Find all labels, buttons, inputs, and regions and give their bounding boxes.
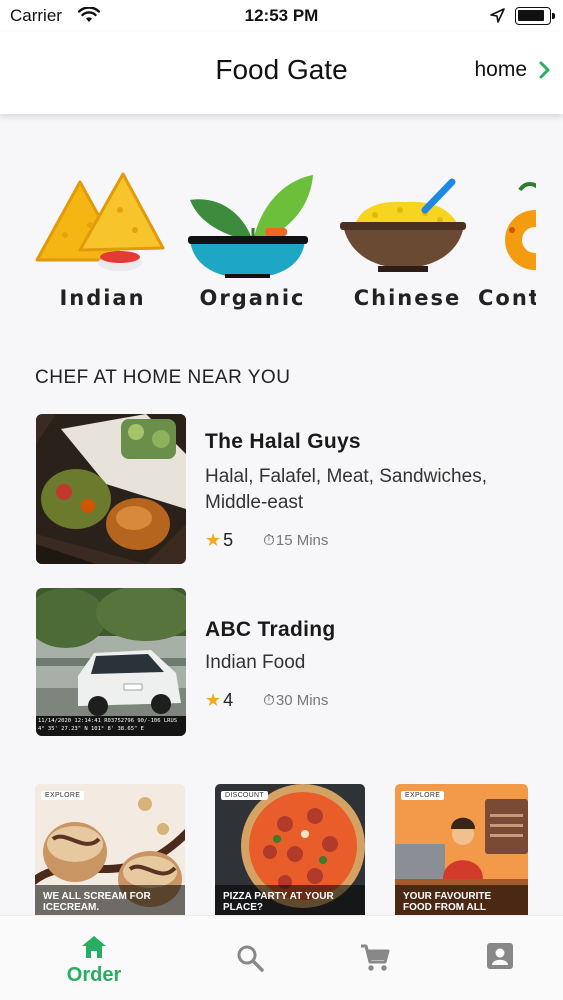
timer-icon: ⏱ — [263, 692, 275, 709]
location-arrow-icon — [490, 8, 505, 23]
nav-order[interactable]: Order — [24, 916, 164, 1000]
account-icon — [487, 943, 513, 969]
chef-cuisine: Indian Food — [205, 652, 306, 673]
promo-badge: EXPLORE — [401, 791, 445, 800]
category-label: Organic — [199, 286, 306, 310]
samosa-icon — [35, 172, 165, 271]
battery-icon — [515, 7, 555, 25]
app-header: Food Gate home — [0, 32, 563, 114]
section-title: CHEF AT HOME NEAR YOU — [35, 367, 291, 388]
home-icon — [82, 936, 106, 958]
category-indian[interactable]: Indian — [35, 170, 165, 320]
promo-caption: WE ALL SCREAM FOR ICECREAM. — [35, 885, 185, 915]
chef-rating: 4 — [223, 690, 234, 710]
chef-meta: ★ 4 ⏱ 30 Mins — [205, 690, 328, 711]
promo-card[interactable]: EXPLORE WE ALL SCREAM FOR ICECREAM. — [35, 784, 185, 915]
chef-cuisine: Halal, Falafel, Meat, Sandwiches, Middle… — [205, 466, 487, 513]
star-icon: ★ — [205, 530, 222, 550]
promo-card[interactable]: DISCOUNT PIZZA PARTY AT YOUR PLACE? — [215, 784, 365, 915]
promo-carousel[interactable]: EXPLORE WE ALL SCREAM FOR ICECREAM. DISC… — [35, 784, 528, 915]
nav-account[interactable] — [430, 916, 563, 1000]
category-label: Indian — [59, 286, 146, 310]
bottom-nav: Order — [0, 915, 563, 1000]
delivery-time: 30 Mins — [275, 692, 329, 709]
continental-icon — [505, 182, 536, 270]
plant-bowl-icon — [188, 175, 313, 278]
photo-overlay-text: 11/14/2020 12:14:41 R03752796 90/-106 LR… — [38, 718, 178, 732]
status-bar: Carrier 12:53 PM — [0, 0, 563, 32]
promo-card[interactable]: EXPLORE YOUR FAVOURITE FOOD FROM ALL — [395, 784, 528, 915]
chef-photo — [36, 414, 186, 564]
category-continental[interactable]: Cont — [478, 170, 536, 320]
cart-icon — [361, 944, 390, 971]
chef-card[interactable]: The Halal Guys Halal, Falafel, Meat, San… — [36, 414, 526, 564]
category-carousel[interactable]: Indian Organic Chinese Cont — [35, 170, 536, 320]
delivery-time: 15 Mins — [275, 532, 329, 549]
chef-photo: 11/14/2020 12:14:41 R03752796 90/-106 LR… — [36, 588, 186, 736]
category-organic[interactable]: Organic — [185, 170, 315, 320]
chef-rating: 5 — [223, 530, 234, 550]
timer-icon: ⏱ — [263, 532, 275, 549]
category-chinese[interactable]: Chinese — [340, 170, 470, 320]
rice-bowl-icon — [340, 178, 466, 272]
nav-search[interactable] — [180, 916, 320, 1000]
chevron-right-icon — [539, 61, 550, 79]
promo-caption: PIZZA PARTY AT YOUR PLACE? — [215, 885, 365, 915]
star-icon: ★ — [205, 690, 222, 710]
clock-time: 12:53 PM — [244, 6, 319, 25]
promo-badge: DISCOUNT — [221, 791, 268, 800]
chef-name: ABC Trading — [205, 618, 336, 641]
nav-order-label: Order — [66, 964, 122, 986]
promo-caption: YOUR FAVOURITE FOOD FROM ALL — [395, 885, 528, 915]
category-label: Chinese — [353, 286, 462, 310]
location-label: home — [474, 58, 527, 81]
chef-card[interactable]: 11/14/2020 12:14:41 R03752796 90/-106 LR… — [36, 588, 526, 738]
location-selector[interactable]: home — [474, 58, 551, 82]
nav-cart[interactable] — [305, 916, 445, 1000]
chef-meta: ★ 5 ⏱ 15 Mins — [205, 530, 328, 551]
chef-name: The Halal Guys — [205, 430, 361, 453]
search-icon — [237, 945, 264, 972]
promo-badge: EXPLORE — [41, 791, 85, 800]
category-label: Cont — [478, 286, 536, 310]
